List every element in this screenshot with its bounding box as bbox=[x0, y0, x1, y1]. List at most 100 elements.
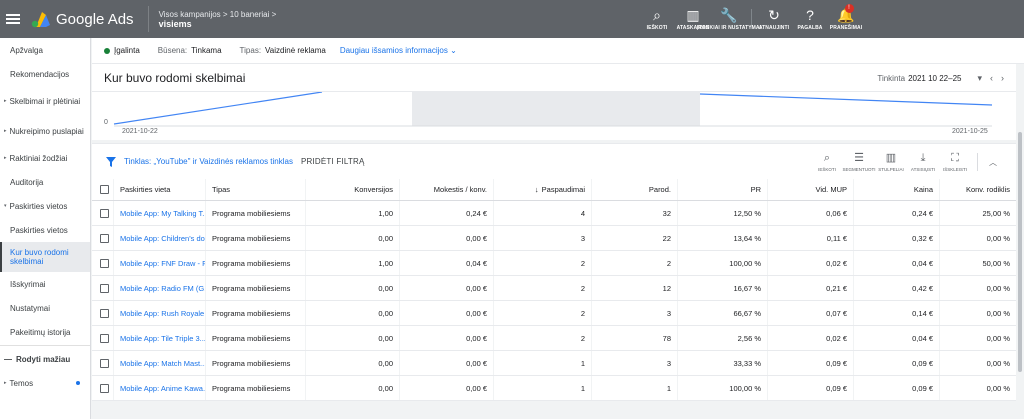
menu-icon[interactable] bbox=[6, 14, 20, 24]
column-header-label: Konv. rodiklis bbox=[965, 185, 1010, 194]
google-ads-logo[interactable]: Google Ads bbox=[30, 10, 134, 28]
column-header[interactable]: ↓ Paspaudimai bbox=[494, 179, 592, 200]
filter-icon[interactable] bbox=[106, 156, 116, 167]
table-cell: 0,07 € bbox=[768, 301, 854, 325]
prev-period-icon[interactable]: ‹ bbox=[990, 73, 993, 83]
sidebar-item-apzvalga[interactable]: Apžvalga bbox=[0, 38, 90, 62]
active-filter-chip[interactable]: Tinklas: „YouTube" ir Vaizdinės reklamos… bbox=[124, 157, 293, 166]
dropdown-arrow-icon[interactable]: ▾ bbox=[977, 73, 982, 84]
help-button[interactable]: ? PAGALBA bbox=[793, 0, 827, 38]
column-header[interactable]: Parod. bbox=[592, 179, 678, 200]
sidebar-item-temos[interactable]: ▸ Temos bbox=[0, 371, 90, 395]
date-range-label: Tinkinta bbox=[877, 73, 906, 83]
table-cell: Programa mobiliesiems bbox=[206, 251, 306, 275]
sidebar-item-paskirties-vietos[interactable]: Paskirties vietos bbox=[0, 218, 90, 242]
sidebar-item-nustatymai[interactable]: Nustatymai bbox=[0, 296, 90, 320]
collapse-arrow-icon: ▸ bbox=[4, 97, 7, 104]
sidebar-item-kur-buvo-rodomi-skelbimai[interactable]: Kur buvo rodomi skelbimai bbox=[0, 242, 90, 272]
row-checkbox[interactable] bbox=[100, 208, 109, 218]
segment-tool-button[interactable]: ☰ SEGMENTUOTI bbox=[843, 152, 876, 172]
column-header[interactable]: Paskirties vieta bbox=[114, 179, 206, 200]
enabled-status-text[interactable]: Įgalinta bbox=[114, 46, 140, 55]
placement-link[interactable]: Mobile App: Match Mast... bbox=[114, 351, 206, 375]
date-range-picker[interactable]: Tinkinta 2021 10 22–25 ▾ ‹ › bbox=[877, 64, 1004, 92]
next-period-icon[interactable]: › bbox=[1001, 73, 1004, 83]
table-cell: Programa mobiliesiems bbox=[206, 301, 306, 325]
scrollbar-thumb[interactable] bbox=[1018, 132, 1022, 372]
add-filter-button[interactable]: PRIDĖTI FILTRĄ bbox=[301, 157, 365, 166]
tools-button[interactable]: 🔧 ĮRANKIAI IR NUSTATYMAI bbox=[697, 0, 761, 38]
notifications-button[interactable]: 🔔 PRANEŠIMAI! bbox=[829, 0, 863, 38]
sidebar-item-skelbimai-ir-pletiniai[interactable]: ▸ Skelbimai ir plėtiniai bbox=[0, 86, 90, 116]
table-cell: 0,32 € bbox=[854, 226, 940, 250]
date-range-value[interactable]: 2021 10 22–25 bbox=[908, 74, 961, 83]
select-all-cell bbox=[92, 179, 114, 200]
sidebar-item-paskirties-vietos[interactable]: ▾ Paskirties vietos bbox=[0, 194, 90, 218]
sidebar-item-rodyti-maziau[interactable]: — Rodyti mažiau bbox=[0, 347, 90, 371]
breadcrumb-path[interactable]: Visos kampanijos > 10 baneriai > bbox=[159, 10, 277, 19]
row-checkbox[interactable] bbox=[100, 358, 109, 368]
table-cell: 0,00 % bbox=[986, 383, 1010, 393]
collapse-icon[interactable]: ︿ bbox=[984, 157, 1002, 168]
sidebar-item-pakeitimu-istorija[interactable]: Pakeitimų istorija bbox=[0, 320, 90, 344]
table-cell: 2 bbox=[494, 251, 592, 275]
row-checkbox[interactable] bbox=[100, 283, 109, 293]
row-checkbox[interactable] bbox=[100, 333, 109, 343]
row-checkbox[interactable] bbox=[100, 233, 109, 243]
search-tool-button[interactable]: ⌕ IEŠKOTI bbox=[811, 152, 843, 172]
column-header[interactable]: Mokestis / konv. bbox=[400, 179, 494, 200]
sidebar-item-raktiniai-zodziai[interactable]: ▸ Raktiniai žodžiai bbox=[0, 146, 90, 170]
sidebar-item-label: Pakeitimų istorija bbox=[10, 327, 71, 337]
table-cell: 0,06 € bbox=[768, 201, 854, 225]
placement-link[interactable]: Mobile App: Rush Royale ... bbox=[114, 301, 206, 325]
tool-divider bbox=[977, 153, 978, 171]
sidebar-item-label: Išskyrimai bbox=[10, 279, 46, 289]
search-button[interactable]: ⌕ IEŠKOTI bbox=[640, 0, 674, 38]
table-cell: Programa mobiliesiems bbox=[206, 351, 306, 375]
sidebar-item-isskyrimai[interactable]: Išskyrimai bbox=[0, 272, 90, 296]
table-cell: 0,14 € bbox=[854, 301, 940, 325]
expand-tool-button[interactable]: ⛶ IŠSKLEISTI bbox=[939, 152, 971, 172]
placement-link[interactable]: Mobile App: Children's do... bbox=[114, 226, 206, 250]
reports-button[interactable]: ▥ ATASKAITOS bbox=[676, 0, 710, 38]
table-cell: 0,09 € bbox=[768, 351, 854, 375]
placement-link[interactable]: Mobile App: Tile Triple 3... bbox=[114, 326, 206, 350]
more-details-text: Daugiau išsamios informacijos bbox=[339, 46, 448, 55]
vertical-scrollbar[interactable] bbox=[1016, 92, 1024, 419]
table-cell: 0,21 € bbox=[768, 276, 854, 300]
sidebar: Apžvalga Rekomendacijos ▸ Skelbimai ir plėt… bbox=[0, 38, 91, 419]
refresh-button[interactable]: ↻ ATNAUJINTI bbox=[757, 0, 791, 38]
row-checkbox[interactable] bbox=[100, 383, 109, 393]
breadcrumb[interactable]: Visos kampanijos > 10 baneriai > visiems bbox=[147, 6, 277, 32]
table-cell: 16,67 % bbox=[678, 276, 768, 300]
sidebar-item-nukreipimo-puslapiai[interactable]: ▸ Nukreipimo puslapiai bbox=[0, 116, 90, 146]
column-header[interactable]: Konv. rodiklis bbox=[940, 179, 1016, 200]
help-icon: ? bbox=[806, 6, 814, 23]
column-header[interactable]: Tipas bbox=[206, 179, 306, 200]
row-checkbox[interactable] bbox=[100, 308, 109, 318]
table-row: Mobile App: FNF Draw - F... Programa mobi… bbox=[92, 251, 1016, 276]
columns-tool-button[interactable]: ▥ STULPELIAI bbox=[875, 152, 907, 172]
download-tool-button[interactable]: ⤓ ATSISIŲSTI bbox=[907, 152, 939, 172]
placement-link[interactable]: Mobile App: My Talking T... bbox=[114, 201, 206, 225]
select-all-checkbox[interactable] bbox=[100, 185, 109, 194]
table-cell: 12,50 % bbox=[678, 201, 768, 225]
table-cell: 0,00 % bbox=[986, 308, 1010, 318]
placement-link[interactable]: Mobile App: FNF Draw - F... bbox=[114, 251, 206, 275]
column-header[interactable]: PR bbox=[678, 179, 768, 200]
table-cell: 1,00 bbox=[306, 201, 400, 225]
column-header[interactable]: Vid. MUP bbox=[768, 179, 854, 200]
column-header[interactable]: Konversijos bbox=[306, 179, 400, 200]
placement-link[interactable]: Mobile App: Radio FM (G... bbox=[114, 276, 206, 300]
placement-link[interactable]: Mobile App: Anime Kawa... bbox=[114, 376, 206, 400]
row-checkbox[interactable] bbox=[100, 258, 109, 268]
table-cell: 1 bbox=[494, 376, 592, 400]
chart-end-date: 2021-10-25 bbox=[952, 128, 988, 135]
breadcrumb-current[interactable]: visiems bbox=[159, 19, 277, 29]
table-cell: 0,00 € bbox=[400, 351, 494, 375]
table-cell: 0,00 bbox=[306, 301, 400, 325]
column-header[interactable]: Kaina bbox=[854, 179, 940, 200]
sidebar-item-rekomendacijos[interactable]: Rekomendacijos bbox=[0, 62, 90, 86]
sidebar-item-auditorija[interactable]: Auditorija bbox=[0, 170, 90, 194]
more-details-link[interactable]: Daugiau išsamios informacijos ⌄ bbox=[340, 46, 457, 55]
